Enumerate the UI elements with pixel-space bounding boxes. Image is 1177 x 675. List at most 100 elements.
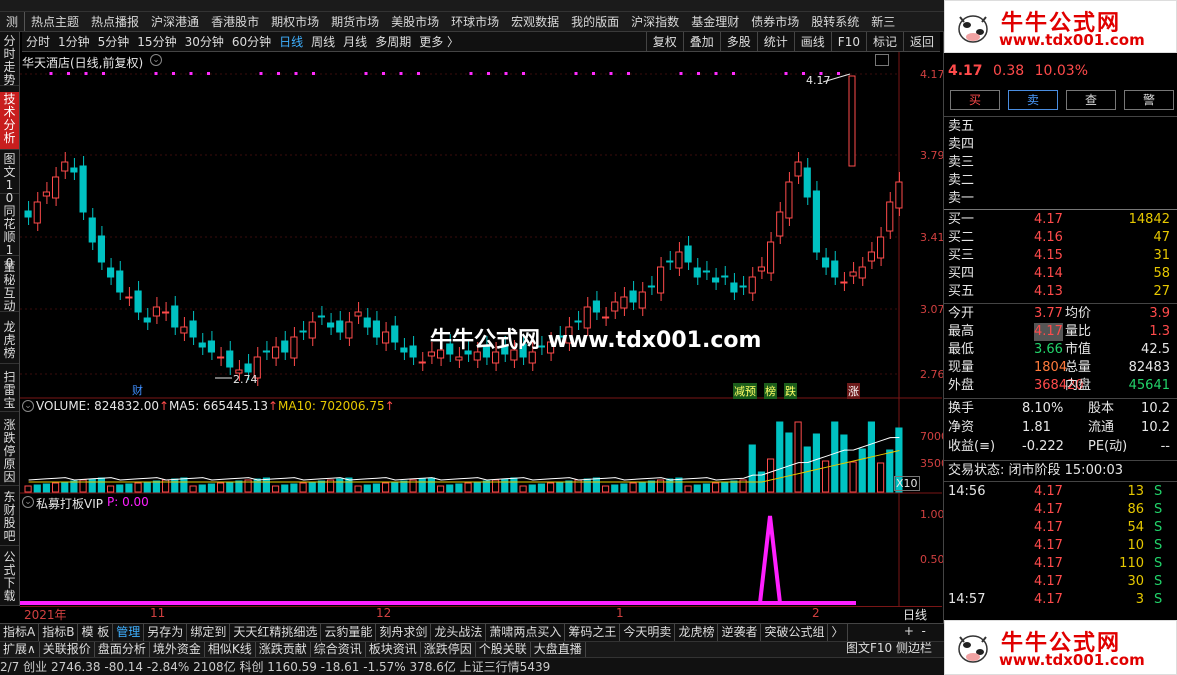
period-daily[interactable]: 日线 bbox=[275, 32, 307, 51]
nav-item-neeq[interactable]: 股转系统 bbox=[805, 12, 865, 31]
nav-item-bonds[interactable]: 债券市场 bbox=[745, 12, 805, 31]
period-weekly[interactable]: 周线 bbox=[307, 32, 339, 51]
stat-row: 收益(≡) -0.222 PE(动) -- bbox=[948, 438, 1174, 456]
ext-tab[interactable]: 关联报价 bbox=[40, 642, 95, 657]
event-tag[interactable]: 减预 bbox=[733, 383, 757, 399]
multi-stock-button[interactable]: 多股 bbox=[719, 32, 757, 51]
nav-item-macro[interactable]: 宏观数据 bbox=[505, 12, 565, 31]
indicator-tab[interactable]: 绑定到 bbox=[187, 624, 231, 641]
period-15min[interactable]: 15分钟 bbox=[133, 32, 180, 51]
f10-link[interactable]: 图文F10 bbox=[846, 641, 892, 655]
nav-item-my-layout[interactable]: 我的版面 bbox=[565, 12, 625, 31]
vtab-mine[interactable]: 扫雷宝 bbox=[0, 370, 19, 412]
sell-button[interactable]: 卖 bbox=[1008, 90, 1058, 110]
event-tag[interactable]: 榜 bbox=[764, 383, 777, 399]
nav-item-options[interactable]: 期权市场 bbox=[265, 12, 325, 31]
nav-item-new-third[interactable]: 新三 bbox=[865, 12, 901, 31]
overlay-button[interactable]: 叠加 bbox=[682, 32, 720, 51]
indicator-tab[interactable]: 管理 bbox=[113, 624, 145, 641]
chevron-down-icon[interactable]: ⌄ bbox=[22, 496, 34, 508]
period-30min[interactable]: 30分钟 bbox=[181, 32, 228, 51]
period-more[interactable]: 更多 〉 bbox=[415, 32, 463, 51]
ext-tab[interactable]: 盘面分析 bbox=[95, 642, 150, 657]
indicator-tab[interactable]: 指标A bbox=[0, 624, 40, 641]
signal-dot bbox=[487, 72, 490, 75]
back-button[interactable]: 返回 bbox=[902, 32, 940, 51]
vtab-lhb[interactable]: 龙虎榜 bbox=[0, 320, 19, 364]
vtab-ths[interactable]: 同花顺10 bbox=[0, 204, 19, 270]
mark-button[interactable]: 标记 bbox=[865, 32, 903, 51]
f10-button[interactable]: F10 bbox=[830, 32, 866, 51]
vtab-formula-download[interactable]: 公式下载 bbox=[0, 550, 19, 606]
query-button[interactable]: 查 bbox=[1066, 90, 1116, 110]
nav-item-us[interactable]: 美股市场 bbox=[385, 12, 445, 31]
nav-item-partial[interactable]: 测 bbox=[0, 12, 24, 31]
nav-item-funds[interactable]: 基金理财 bbox=[685, 12, 745, 31]
vtab-timeshare[interactable]: 分时走势 bbox=[0, 34, 19, 87]
volume-bar bbox=[152, 480, 160, 493]
indicator-tab[interactable]: 云豹量能 bbox=[321, 624, 377, 641]
nav-item-connect[interactable]: 沪深港通 bbox=[145, 12, 205, 31]
ext-tab[interactable]: 个股关联 bbox=[476, 642, 531, 657]
indicator-tab[interactable]: 今天明卖 bbox=[620, 624, 676, 641]
chevron-down-icon[interactable]: ⌄ bbox=[22, 400, 34, 412]
nav-item-global[interactable]: 环球市场 bbox=[445, 12, 505, 31]
candle-body bbox=[794, 161, 802, 177]
nav-item-hot-topics[interactable]: 热点主题 bbox=[24, 12, 85, 31]
nav-item-indices[interactable]: 沪深指数 bbox=[625, 12, 685, 31]
indicator-tab[interactable]: 指标B bbox=[39, 624, 79, 641]
event-tag[interactable]: 跌 bbox=[784, 383, 797, 399]
tab-scroll-controls[interactable]: + - bbox=[900, 623, 945, 641]
ext-tab[interactable]: 板块资讯 bbox=[366, 642, 421, 657]
ext-tab[interactable]: 综合资讯 bbox=[311, 642, 366, 657]
event-tag[interactable]: 涨 bbox=[847, 383, 860, 399]
vtab-guba[interactable]: 东财股吧 bbox=[0, 490, 19, 546]
ext-tab[interactable]: 相似K线 bbox=[205, 642, 256, 657]
draw-line-button[interactable]: 画线 bbox=[793, 32, 831, 51]
period-multi[interactable]: 多周期 bbox=[371, 32, 415, 51]
f10-side-links[interactable]: 图文F10 侧边栏 bbox=[846, 641, 932, 656]
indicator-tab[interactable]: 模 板 bbox=[78, 624, 114, 641]
ext-tab[interactable]: 扩展∧ bbox=[0, 642, 40, 657]
period-monthly[interactable]: 月线 bbox=[339, 32, 371, 51]
alert-button[interactable]: 警 bbox=[1124, 90, 1174, 110]
candle-body bbox=[143, 317, 151, 323]
indicator-tab[interactable]: 〉 bbox=[828, 624, 848, 641]
restore-rights-button[interactable]: 复权 bbox=[645, 32, 683, 51]
indicator-tab[interactable]: 龙虎榜 bbox=[675, 624, 719, 641]
indicator-tab[interactable]: 龙头战法 bbox=[431, 624, 487, 641]
panel-restore-icon[interactable] bbox=[875, 54, 889, 66]
signal-dot bbox=[259, 72, 263, 75]
period-timeshare[interactable]: 分时 bbox=[22, 32, 54, 51]
ext-tab[interactable]: 境外资金 bbox=[150, 642, 205, 657]
vtab-limit-reason[interactable]: 涨跌停原因 bbox=[0, 418, 19, 486]
period-60min[interactable]: 60分钟 bbox=[228, 32, 275, 51]
ext-tab[interactable]: 大盘直播 bbox=[531, 642, 586, 657]
nav-item-futures[interactable]: 期货市场 bbox=[325, 12, 385, 31]
vtab-technical[interactable]: 技术分析 bbox=[0, 92, 19, 150]
buy-button[interactable]: 买 bbox=[950, 90, 1000, 110]
date-axis-unit[interactable]: 日线 bbox=[903, 606, 927, 623]
ext-tab[interactable]: 涨跌停因 bbox=[421, 642, 476, 657]
nav-item-hot-broadcast[interactable]: 热点播报 bbox=[85, 12, 145, 31]
period-1min[interactable]: 1分钟 bbox=[54, 32, 94, 51]
indicator-tab[interactable]: 萧啸两点买入 bbox=[486, 624, 566, 641]
vtab-secretary[interactable]: 董秘互动 bbox=[0, 260, 19, 313]
sidebar-link[interactable]: 侧边栏 bbox=[896, 641, 932, 655]
volume-bar bbox=[217, 482, 225, 493]
indicator-tab[interactable]: 筹码之王 bbox=[565, 624, 621, 641]
indicator-tab[interactable]: 逆袭者 bbox=[718, 624, 762, 641]
period-5min[interactable]: 5分钟 bbox=[94, 32, 134, 51]
ext-tab[interactable]: 涨跌贡献 bbox=[256, 642, 311, 657]
tick-time: 14:56 bbox=[948, 484, 986, 499]
stat-value: -- bbox=[1160, 439, 1170, 454]
vtab-graphic[interactable]: 图文10 bbox=[0, 152, 19, 205]
nav-item-hk[interactable]: 香港股市 bbox=[205, 12, 265, 31]
finance-marker[interactable]: 财 bbox=[132, 382, 143, 398]
indicator-tab[interactable]: 突破公式组 bbox=[761, 624, 829, 641]
chevron-down-icon[interactable]: ⌄ bbox=[150, 54, 162, 66]
indicator-tab[interactable]: 天天红精挑细选 bbox=[230, 624, 322, 641]
indicator-tab[interactable]: 刻舟求剑 bbox=[376, 624, 432, 641]
statistics-button[interactable]: 统计 bbox=[756, 32, 794, 51]
indicator-tab[interactable]: 另存为 bbox=[144, 624, 188, 641]
